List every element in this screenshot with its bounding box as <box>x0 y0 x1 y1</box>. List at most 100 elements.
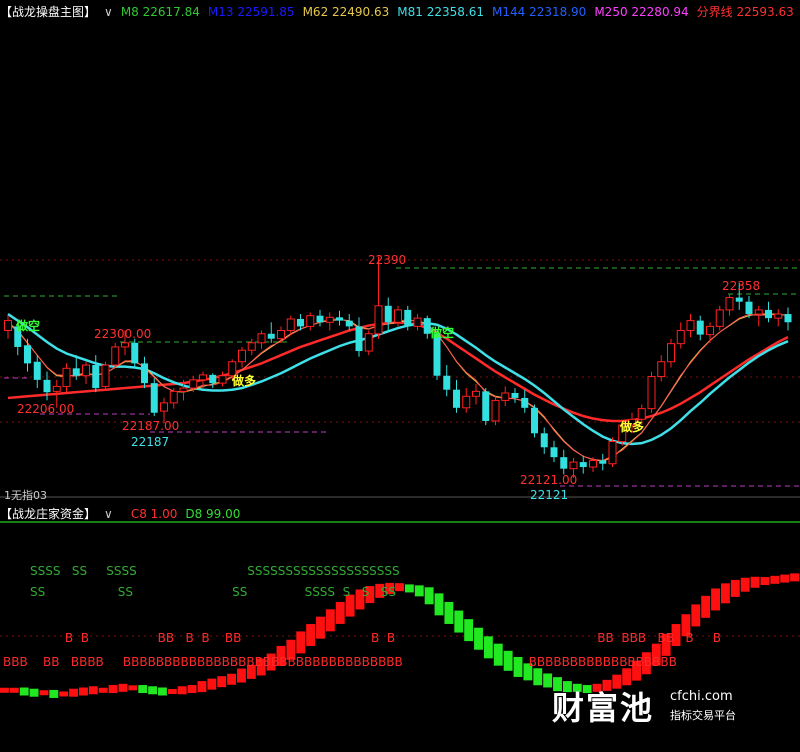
candle-body-up <box>715 309 724 327</box>
candle-body-up <box>277 329 285 340</box>
funds-bar <box>217 676 227 688</box>
long-signal-label: 做多 <box>620 420 645 434</box>
candle-body-down <box>404 309 412 327</box>
funds-bar <box>720 583 730 604</box>
candle-body-down <box>92 365 100 389</box>
candle-body-up <box>706 325 714 336</box>
funds-bar <box>543 673 553 688</box>
candle-body-up <box>491 399 500 422</box>
candle-body-up <box>121 342 129 348</box>
funds-bar <box>227 673 237 685</box>
low-price-label: 22187.00 <box>122 419 180 433</box>
funds-bar <box>760 577 770 586</box>
trading-chart-window: 【战龙操盘主图】 ∨ M8 22617.84 M13 22591.85 M62 2249… <box>0 0 800 752</box>
funds-bar <box>730 579 740 597</box>
candle-body-up <box>569 461 578 470</box>
candle-body-down <box>355 326 363 352</box>
watermark-logo: 财富池 cfchi.com 指标交易平台 <box>552 683 772 733</box>
funds-bar <box>237 668 246 683</box>
candle-body-down <box>453 389 460 408</box>
funds-bar <box>177 686 187 695</box>
chevron-down-icon[interactable]: ∨ <box>104 507 113 521</box>
ma62-readout: M62 22490.63 <box>302 5 390 19</box>
watermark-tagline: 指标交易平台 <box>670 709 736 722</box>
funds-bar <box>711 588 720 611</box>
funds-bar <box>19 687 29 696</box>
candle-body-up <box>676 329 685 345</box>
sub-panel-title[interactable]: 【战龙庄家资金】 <box>0 507 96 521</box>
watermark-brand: 财富池 <box>552 689 655 727</box>
candle-body-down <box>345 320 353 327</box>
chevron-down-icon[interactable]: ∨ <box>104 5 113 19</box>
short-signal-label: 做空 <box>16 319 41 333</box>
candle-body-up <box>462 395 471 409</box>
divider-line-readout: 分界线 22593.63 <box>696 5 794 19</box>
funds-bar <box>454 610 464 633</box>
long-signal-label: 做多 <box>232 374 257 388</box>
candle-body-up <box>608 441 617 465</box>
funds-bar <box>533 668 543 686</box>
funds-bar <box>98 687 108 693</box>
s-signal-row-2: SS SS SS SSSS S S SS <box>30 585 397 599</box>
candle-body-down <box>72 368 80 376</box>
candle-body-up <box>101 364 110 387</box>
candle-body-down <box>443 375 451 390</box>
candle-body-up <box>472 390 480 397</box>
candle-body-up <box>247 342 256 351</box>
candle-body-up <box>754 309 763 315</box>
funds-bar <box>49 689 59 698</box>
candle-body-up <box>364 333 373 352</box>
resistance-price-label: 22300.00 <box>94 327 152 341</box>
candle-body-down <box>24 345 31 364</box>
panel-footer-text: 1无指03 <box>4 489 47 502</box>
candle-body-down <box>735 297 743 302</box>
funds-bar <box>780 574 790 583</box>
candle-body-down <box>150 383 158 413</box>
candle-body-up <box>199 374 207 381</box>
ma81-readout: M81 22358.61 <box>397 5 484 19</box>
candle-body-up <box>52 385 61 392</box>
short-signal-label: 做空 <box>430 326 455 340</box>
candle-body-down <box>209 374 217 384</box>
main-panel-title[interactable]: 【战龙操盘主图】 <box>0 5 96 19</box>
candle-body-up <box>667 343 675 363</box>
candle-body-down <box>511 393 519 398</box>
candle-body-up <box>160 402 168 412</box>
funds-bar <box>128 685 138 691</box>
funds-bar <box>69 688 79 697</box>
candle-body-down <box>560 457 568 469</box>
high-price-label: 22390 <box>368 253 407 267</box>
funds-bar <box>325 609 335 632</box>
candle-body-down <box>336 317 343 321</box>
candle-body-up <box>774 313 783 319</box>
funds-bar <box>424 587 434 605</box>
candle-body-up <box>238 349 246 363</box>
funds-bar <box>750 576 760 588</box>
funds-bar <box>59 691 69 697</box>
funds-bar <box>148 686 158 695</box>
candle-body-up <box>169 390 178 404</box>
candle-body-up <box>413 317 422 327</box>
b-signal-row-2: BBB BB BBBB BBBBBBBBBBBBBBBBBBBBBBBBBBBB… <box>3 655 677 669</box>
candle-body-up <box>686 320 695 331</box>
main-chart-panel[interactable] <box>0 0 800 500</box>
candle-body-down <box>540 433 548 448</box>
d8-readout: D8 99.00 <box>185 507 241 521</box>
candle-body-down <box>531 407 538 434</box>
funds-bar <box>108 685 118 694</box>
funds-bar <box>187 685 197 694</box>
funds-bar <box>444 601 454 624</box>
candle-body-down <box>765 309 772 319</box>
candle-body-up <box>725 297 734 311</box>
bottom-price-marker: 22121 <box>530 488 569 502</box>
low-price-marker: 22187 <box>131 435 170 449</box>
candle-body-down <box>131 342 139 364</box>
candle-body-down <box>599 460 607 464</box>
c8-readout: C8 1.00 <box>130 507 178 521</box>
candle-body-up <box>501 392 510 401</box>
candle-body-up <box>394 309 402 323</box>
funds-bar <box>88 686 98 695</box>
funds-bar <box>158 687 167 696</box>
watermark-domain: cfchi.com <box>670 689 733 704</box>
candle-body-up <box>179 387 188 392</box>
